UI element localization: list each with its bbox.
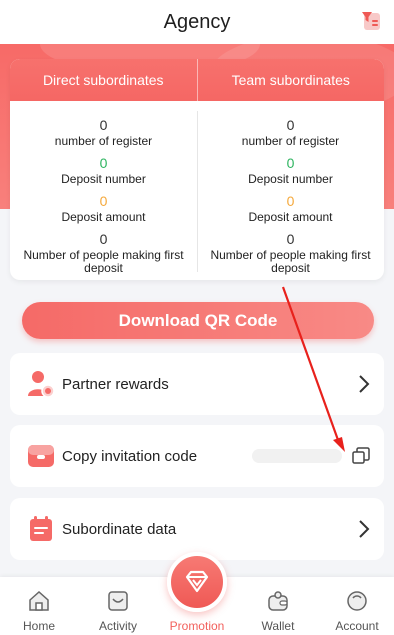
page-title: Agency [163, 10, 231, 33]
team-first-deposit-stat: 0 Number of people making first deposit [197, 231, 384, 275]
direct-deposit-amount-value: 0 [99, 193, 108, 209]
copy-invitation-code-row[interactable]: Copy invitation code [10, 425, 384, 487]
account-icon [347, 591, 367, 611]
diamond-icon [185, 570, 209, 593]
team-register-stat: 0 number of register [197, 117, 384, 148]
team-first-deposit-label: Number of people making first deposit [210, 248, 371, 275]
partner-rewards-row[interactable]: Partner rewards [10, 353, 384, 415]
direct-register-label: number of register [54, 134, 153, 148]
tab-account-label: Account [335, 619, 379, 633]
home-icon [29, 590, 49, 611]
team-deposit-amount-value: 0 [286, 193, 295, 209]
promotion-center-button[interactable] [167, 552, 227, 612]
direct-first-deposit-label: Number of people making first deposit [23, 248, 184, 275]
wallet-icon [268, 591, 288, 611]
direct-deposit-number-label: Deposit number [61, 172, 146, 186]
download-qr-code-button[interactable]: Download QR Code [22, 302, 374, 339]
tab-wallet-label: Wallet [261, 619, 295, 633]
activity-icon [108, 591, 128, 611]
tab-activity-label: Activity [98, 619, 137, 633]
team-deposit-amount-stat: 0 Deposit amount [197, 193, 384, 224]
copy-invitation-code-label: Copy invitation code [62, 447, 198, 465]
tab-home[interactable]: Home [0, 577, 78, 635]
chevron-right-icon [359, 520, 370, 538]
copy-icon[interactable] [352, 447, 370, 465]
partner-rewards-label: Partner rewards [62, 375, 169, 393]
tab-wallet[interactable]: Wallet [239, 577, 317, 635]
invitation-card-icon [28, 445, 54, 467]
team-deposit-number-label: Deposit number [248, 172, 333, 186]
tab-activity[interactable]: Activity [79, 577, 157, 635]
direct-deposit-number-stat: 0 Deposit number [10, 155, 197, 186]
direct-register-stat: 0 number of register [10, 117, 197, 148]
direct-deposit-number-value: 0 [99, 155, 108, 171]
team-subordinates-column: 0 number of register 0 Deposit number 0 … [197, 101, 384, 280]
subordinate-data-label: Subordinate data [62, 520, 177, 538]
tab-home-label: Home [22, 619, 55, 633]
invitation-code-value [252, 449, 342, 463]
top-bar: Agency [0, 0, 394, 44]
team-register-value: 0 [286, 117, 295, 133]
partner-rewards-icon [28, 371, 55, 398]
subordinates-stats-card: Direct subordinates Team subordinates 0 … [10, 59, 384, 280]
team-subordinates-heading: Team subordinates [196, 59, 385, 101]
direct-subordinates-column: 0 number of register 0 Deposit number 0 … [10, 101, 197, 280]
direct-first-deposit-stat: 0 Number of people making first deposit [10, 231, 197, 275]
direct-first-deposit-value: 0 [99, 231, 108, 247]
team-register-label: number of register [241, 134, 340, 148]
stats-header: Direct subordinates Team subordinates [10, 59, 384, 101]
team-deposit-number-stat: 0 Deposit number [197, 155, 384, 186]
direct-register-value: 0 [99, 117, 108, 133]
team-first-deposit-value: 0 [286, 231, 295, 247]
direct-subordinates-heading: Direct subordinates [42, 72, 164, 88]
team-deposit-number-value: 0 [286, 155, 295, 171]
direct-deposit-amount-stat: 0 Deposit amount [10, 193, 197, 224]
team-deposit-amount-label: Deposit amount [248, 210, 333, 224]
chevron-right-icon [359, 375, 370, 393]
subordinate-data-row[interactable]: Subordinate data [10, 498, 384, 560]
direct-deposit-amount-label: Deposit amount [61, 210, 146, 224]
filter-icon[interactable] [360, 10, 382, 32]
tab-account[interactable]: Account [318, 577, 394, 635]
subordinate-data-icon [30, 516, 52, 541]
tab-promotion-label: Promotion [169, 619, 225, 633]
